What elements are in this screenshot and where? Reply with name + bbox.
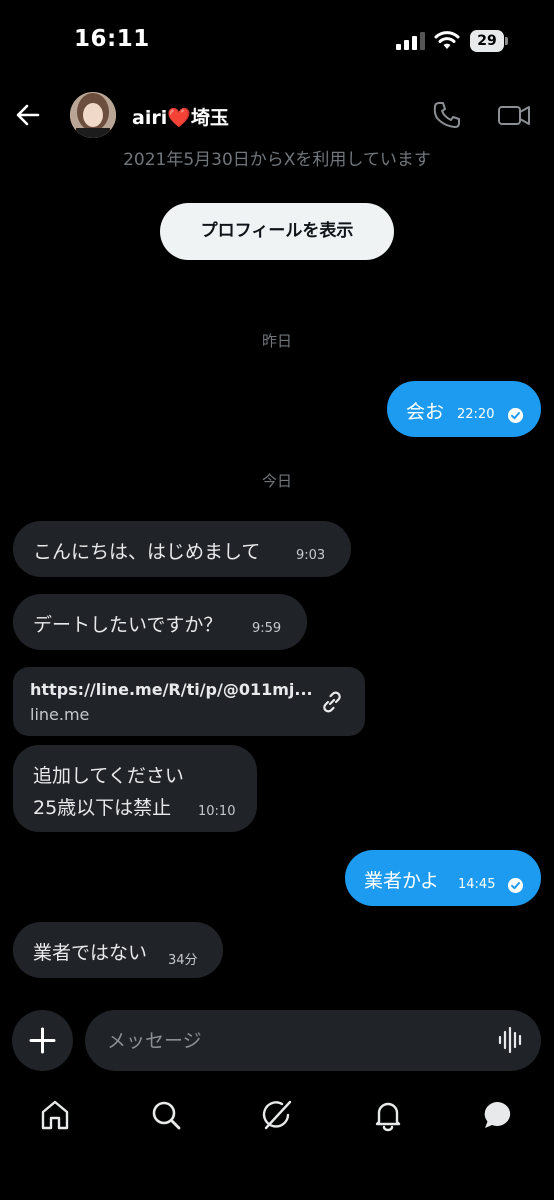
contact-name[interactable]: airi❤️埼玉 [132, 103, 229, 130]
plus-icon [29, 1027, 56, 1054]
status-time: 16:11 [74, 26, 150, 52]
message-text-line2: 25歳以下は禁止 [33, 797, 172, 819]
message-text-line1: 追加してください [33, 765, 184, 787]
message-bubble-incoming[interactable]: こんにちは、はじめまして 9:03 [13, 521, 351, 577]
conversation-header: airi❤️埼玉 [0, 84, 554, 148]
message-time: 34分 [168, 953, 198, 968]
joined-date-text: 2021年5月30日からXを利用しています [123, 150, 431, 170]
link-preview-card[interactable]: https://line.me/R/ti/p/@011mj... line.me [13, 667, 365, 736]
message-text: 業者ではない [33, 942, 148, 964]
voice-message-icon[interactable] [497, 1026, 525, 1054]
message-composer [0, 1010, 554, 1072]
home-icon[interactable] [38, 1098, 72, 1132]
cellular-signal-icon [396, 32, 425, 50]
message-text: デートしたいですか？ [33, 614, 223, 636]
message-bubble-incoming[interactable]: 業者ではない 34分 [13, 922, 223, 978]
status-bar: 16:11 29 [0, 0, 554, 84]
read-check-icon [508, 878, 523, 893]
message-bubble-incoming[interactable]: デートしたいですか？ 9:59 [13, 594, 307, 650]
message-text: 会お [406, 401, 445, 423]
video-call-icon[interactable] [496, 98, 532, 132]
message-bubble-incoming[interactable]: 追加してください 25歳以下は禁止 10:10 [13, 745, 257, 832]
message-text: こんにちは、はじめまして [33, 541, 261, 563]
date-separator-today: 今日 [261, 472, 292, 490]
read-check-icon [508, 408, 523, 423]
wifi-icon [434, 31, 460, 49]
message-text: 業者かよ [364, 870, 440, 892]
back-arrow-icon[interactable] [12, 98, 46, 132]
message-bubble-outgoing[interactable]: 業者かよ 14:45 [345, 850, 541, 906]
message-input[interactable] [85, 1010, 541, 1071]
message-time: 14:45 [458, 877, 496, 892]
battery-icon: 29 [470, 30, 508, 52]
message-time: 22:20 [457, 407, 495, 422]
search-icon[interactable] [149, 1098, 183, 1132]
battery-level: 29 [470, 30, 504, 52]
link-url: https://line.me/R/ti/p/@011mj... [30, 680, 313, 699]
phone-icon[interactable] [430, 98, 464, 132]
bottom-tab-bar [0, 1088, 554, 1148]
add-attachment-button[interactable] [12, 1010, 73, 1071]
view-profile-button[interactable]: プロフィールを表示 [160, 203, 394, 260]
message-bubble-outgoing[interactable]: 会お 22:20 [387, 381, 541, 437]
link-domain: line.me [30, 705, 90, 724]
link-icon[interactable] [319, 689, 345, 715]
avatar[interactable] [70, 92, 116, 138]
message-time: 9:03 [296, 548, 326, 563]
notifications-bell-icon[interactable] [371, 1098, 405, 1132]
date-separator-yesterday: 昨日 [261, 332, 292, 350]
message-time: 10:10 [198, 804, 236, 819]
message-time: 9:59 [252, 621, 282, 636]
messages-icon[interactable] [481, 1098, 515, 1132]
grok-icon[interactable] [260, 1098, 294, 1132]
